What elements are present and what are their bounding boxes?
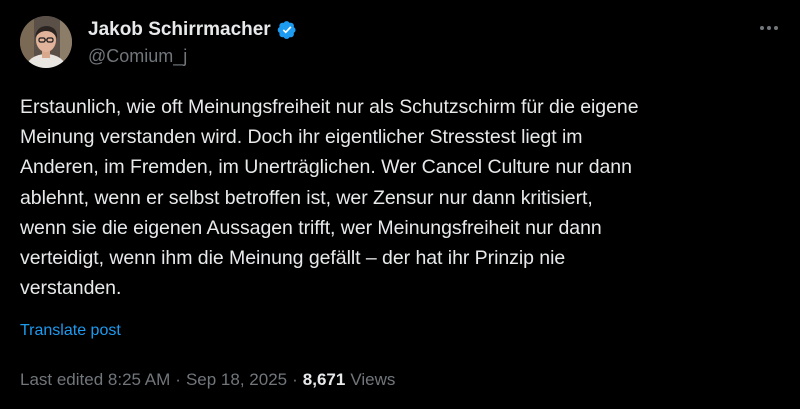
views-label: Views [350, 370, 396, 389]
avatar-image [20, 16, 72, 68]
more-options-icon[interactable] [758, 20, 780, 36]
post-date[interactable]: Sep 18, 2025 [186, 370, 287, 390]
meta-separator: · [292, 370, 298, 389]
views-count: 8,671 [302, 370, 346, 389]
verified-badge-icon[interactable] [277, 20, 297, 40]
avatar[interactable] [20, 16, 72, 68]
translate-post-link[interactable]: Translate post [20, 322, 121, 340]
post-meta: Last edited 8:25 AM · Sep 18, 2025 · 8,6… [20, 370, 395, 390]
meta-separator: · [175, 370, 181, 389]
edited-timestamp[interactable]: Last edited 8:25 AM [20, 370, 170, 390]
post-card: Jakob Schirrmacher @Comium_j Erstaunlich… [0, 0, 800, 409]
author-name[interactable]: Jakob Schirrmacher [88, 19, 271, 41]
author-handle[interactable]: @Comium_j [88, 46, 187, 67]
post-text: Erstaunlich, wie oft Meinungsfreiheit nu… [20, 96, 639, 300]
author-row: Jakob Schirrmacher [88, 17, 297, 43]
